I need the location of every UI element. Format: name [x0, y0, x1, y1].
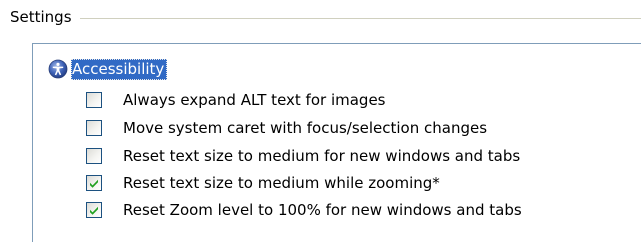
option-checkbox[interactable] — [86, 175, 102, 191]
check-mark-icon — [90, 179, 98, 188]
option-label: Reset Zoom level to 100% for new windows… — [123, 201, 522, 219]
option-row[interactable]: Reset Zoom level to 100% for new windows… — [86, 198, 522, 222]
option-label: Reset text size to medium while zooming* — [123, 174, 440, 192]
check-mark-icon — [90, 206, 98, 215]
option-checkbox[interactable] — [86, 148, 102, 164]
tree-category-accessibility[interactable]: Accessibility — [48, 57, 168, 81]
option-row[interactable]: Move system caret with focus/selection c… — [86, 116, 487, 140]
accessibility-icon — [48, 59, 68, 79]
settings-group-rule — [80, 18, 641, 19]
option-row[interactable]: Reset text size to medium for new window… — [86, 144, 520, 168]
option-checkbox[interactable] — [86, 92, 102, 108]
category-label-accessibility: Accessibility — [71, 58, 168, 80]
option-label: Reset text size to medium for new window… — [123, 147, 521, 165]
settings-group-title: Settings — [10, 8, 72, 26]
option-label: Always expand ALT text for images — [123, 91, 386, 109]
option-checkbox[interactable] — [86, 202, 102, 218]
option-label: Move system caret with focus/selection c… — [123, 119, 488, 137]
option-row[interactable]: Reset text size to medium while zooming* — [86, 171, 440, 195]
option-row[interactable]: Always expand ALT text for images — [86, 88, 386, 112]
option-checkbox[interactable] — [86, 120, 102, 136]
